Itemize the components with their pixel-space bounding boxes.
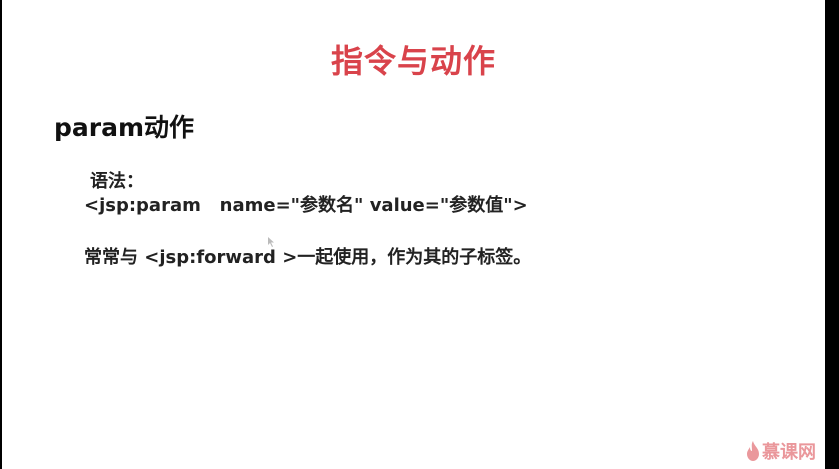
watermark-text: 慕课网 [762, 442, 816, 463]
syntax-label: 语法： [90, 171, 144, 192]
mouse-cursor-icon [268, 237, 274, 247]
flame-icon [747, 441, 759, 461]
syntax-code: <jsp:param name="参数名" value="参数值"> [84, 195, 528, 216]
window-edge-bar [825, 0, 839, 469]
slide-title: 指令与动作 [330, 42, 496, 80]
slide: 指令与动作 param动作 语法： <jsp:param name="参数名" … [2, 0, 825, 469]
usage-text: 常常与 <jsp:forward >一起使用，作为其的子标签。 [84, 247, 532, 268]
section-heading: param动作 [54, 113, 195, 142]
watermark-logo: 慕课网 [746, 438, 816, 464]
